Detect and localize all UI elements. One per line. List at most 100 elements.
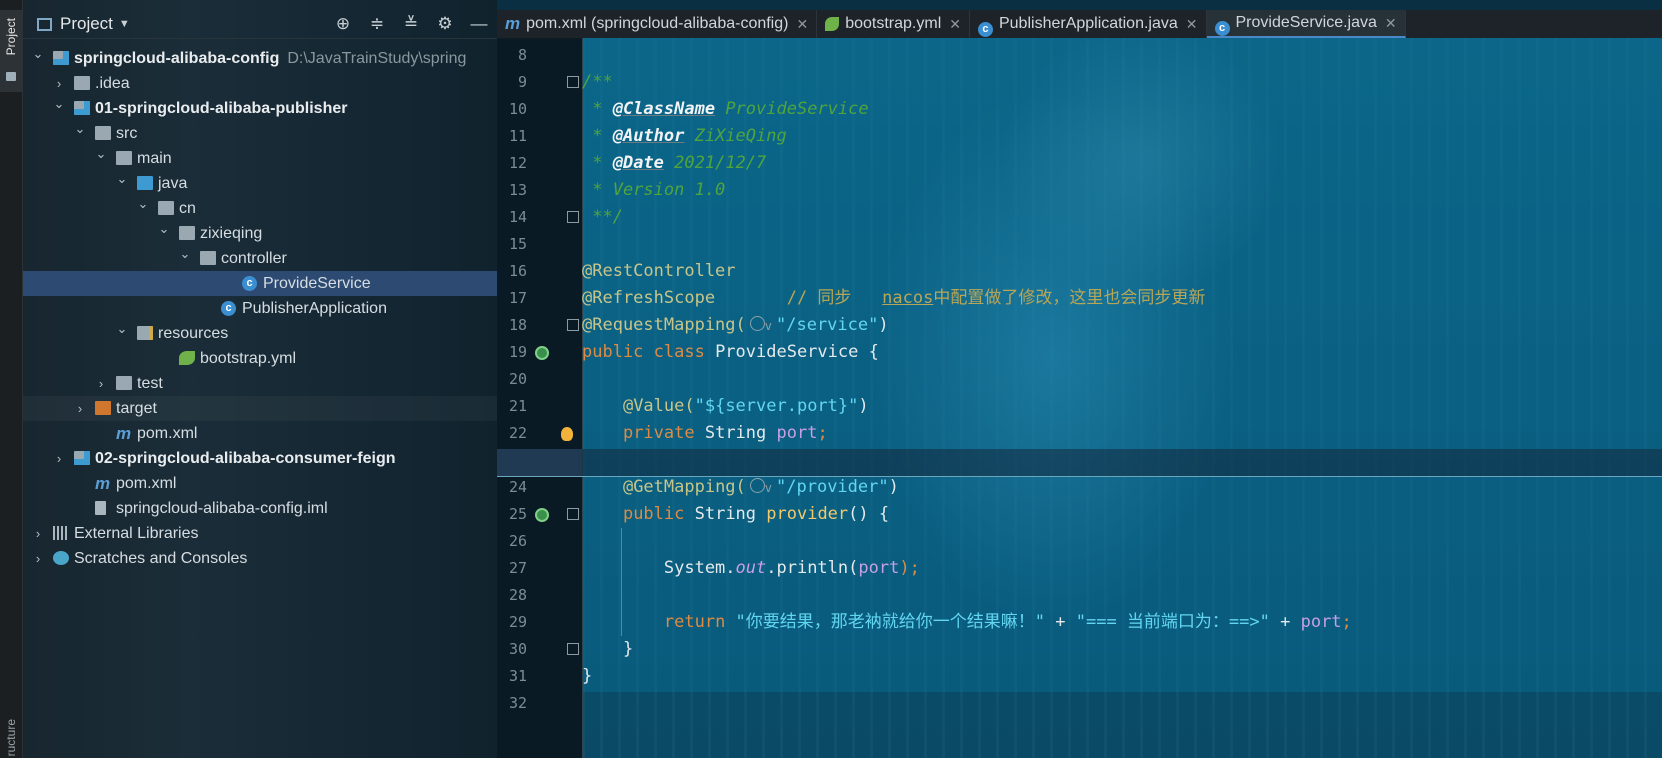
tree-item[interactable]: ⌄ resources [23,321,497,346]
project-view-selector[interactable]: Project ▼ [37,14,130,34]
hide-icon[interactable]: — [469,14,489,34]
chevron-down-icon[interactable]: ⌄ [31,41,45,66]
chevron-right-icon[interactable]: › [31,521,45,546]
code-token: "/service" [776,315,879,335]
code-token: System. [582,558,736,578]
code-text[interactable]: /** * @ClassName ProvideService * @Autho… [582,38,1662,717]
tree-item[interactable]: › External Libraries [23,521,497,546]
tree-item[interactable]: › test [23,371,497,396]
tree-item[interactable]: › .idea [23,71,497,96]
tree-item[interactable]: ⌄ cn [23,196,497,221]
chevron-down-icon[interactable]: ⌄ [178,241,192,266]
tree-item-label: .idea [95,75,130,92]
line-number: 10 [508,100,527,118]
locate-icon[interactable]: ⊕ [333,14,353,34]
chevron-right-icon[interactable]: › [52,446,66,471]
chevron-down-icon[interactable]: ⌄ [136,191,150,216]
module-folder-icon [74,451,90,465]
fold-icon[interactable] [567,643,579,655]
tree-item[interactable]: ⌄ java [23,171,497,196]
editor-tab[interactable]: bootstrap.yml ✕ [817,10,970,38]
tree-item[interactable]: ⌄ main [23,146,497,171]
editor-tab[interactable]: c ProvideService.java ✕ [1206,10,1406,38]
tree-item[interactable]: m pom.xml [23,421,497,446]
fold-icon[interactable] [567,508,579,520]
code-line: * @Date 2021/12/7 [582,150,1662,177]
code-line: public String provider() { [582,501,1662,528]
tree-item[interactable]: › target [23,396,497,421]
chevron-down-icon[interactable]: ⌄ [52,91,66,116]
code-line: * @ClassName ProvideService [582,96,1662,123]
code-line: return "你要结果，那老衲就给你一个结果嘛！" + "=== 当前端口为：… [582,609,1662,636]
tree-item-label: src [116,125,138,142]
line-number: 18 [508,316,527,334]
code-token: String [694,504,767,524]
line-number: 25 [508,505,527,523]
line-number: 26 [508,532,527,550]
line-number: 14 [508,208,527,226]
tree-item[interactable]: ⌄ 01-springcloud-alibaba-publisher [23,96,497,121]
tree-item-label: pom.xml [116,475,177,492]
code-token: @GetMapping( [622,477,746,497]
code-token: ) [858,396,869,416]
folder-icon [74,76,90,90]
tree-item[interactable]: c PublisherApplication [23,296,497,321]
chevron-right-icon[interactable]: › [94,371,108,396]
spring-bean-icon[interactable] [535,346,549,360]
close-icon[interactable]: ✕ [1186,16,1198,33]
tree-item[interactable]: bootstrap.yml [23,346,497,371]
close-icon[interactable]: ✕ [949,16,961,33]
project-tool-label[interactable]: Project [4,18,18,55]
tree-item[interactable]: ⌄ zixieqing [23,221,497,246]
folder-icon [6,72,16,81]
code-token: // [715,288,818,308]
spring-class-icon: c [221,301,236,316]
chevron-right-icon[interactable]: › [31,546,45,571]
code-token: private [622,423,705,443]
code-token: * [582,126,613,146]
fold-icon[interactable] [567,76,579,88]
chevron-down-icon[interactable]: ⌄ [73,116,87,141]
class-icon: c [1214,20,1230,36]
tree-item[interactable]: m pom.xml [23,471,497,496]
chevron-down-icon[interactable]: ⌄ [94,141,108,166]
editor-tab[interactable]: m pom.xml (springcloud-alibaba-config) ✕ [497,10,818,38]
tree-item[interactable]: c ProvideService [23,271,497,296]
tree-item[interactable]: springcloud-alibaba-config.iml [23,496,497,521]
tree-item[interactable]: ⌄ springcloud-alibaba-config D:\JavaTrainS… [23,46,497,71]
close-icon[interactable]: ✕ [796,16,808,33]
code-token: 2021/12/7 [663,153,767,173]
fold-icon[interactable] [567,211,579,223]
code-token: } [582,666,593,686]
tree-item[interactable]: › Scratches and Consoles [23,546,497,571]
fold-icon[interactable] [567,319,579,331]
editor-tab-label: ProvideService.java [1235,14,1377,31]
chevron-down-icon[interactable]: ⌄ [157,216,171,241]
line-number: 32 [508,694,527,712]
chevron-down-icon[interactable]: ⌄ [115,166,129,191]
chevron-down-icon[interactable]: ⌄ [115,316,129,341]
folder-icon [116,376,132,390]
code-token: ZiXieQing [684,126,787,146]
tree-item-label: 01-springcloud-alibaba-publisher [95,100,348,117]
chevron-right-icon[interactable]: › [73,396,87,421]
spring-bean-icon[interactable] [535,508,549,522]
structure-tool-label[interactable]: ructure [4,719,18,756]
gear-icon[interactable]: ⚙ [435,14,455,34]
collapse-all-icon[interactable]: ≚ [401,14,421,34]
close-icon[interactable]: ✕ [1385,15,1397,32]
tree-item[interactable]: › 02-springcloud-alibaba-consumer-feign [23,446,497,471]
project-tree: ⌄ springcloud-alibaba-config D:\JavaTrainS… [23,46,497,571]
indent-guide [621,528,622,636]
tree-item-label: springcloud-alibaba-config D:\JavaTrainSt… [74,50,467,67]
expand-all-icon[interactable]: ≑ [367,14,387,34]
tree-item[interactable]: ⌄ controller [23,246,497,271]
bulb-icon[interactable] [561,427,573,441]
code-token: .println( [766,558,859,578]
editor-tab[interactable]: c PublisherApplication.java ✕ [970,10,1207,38]
